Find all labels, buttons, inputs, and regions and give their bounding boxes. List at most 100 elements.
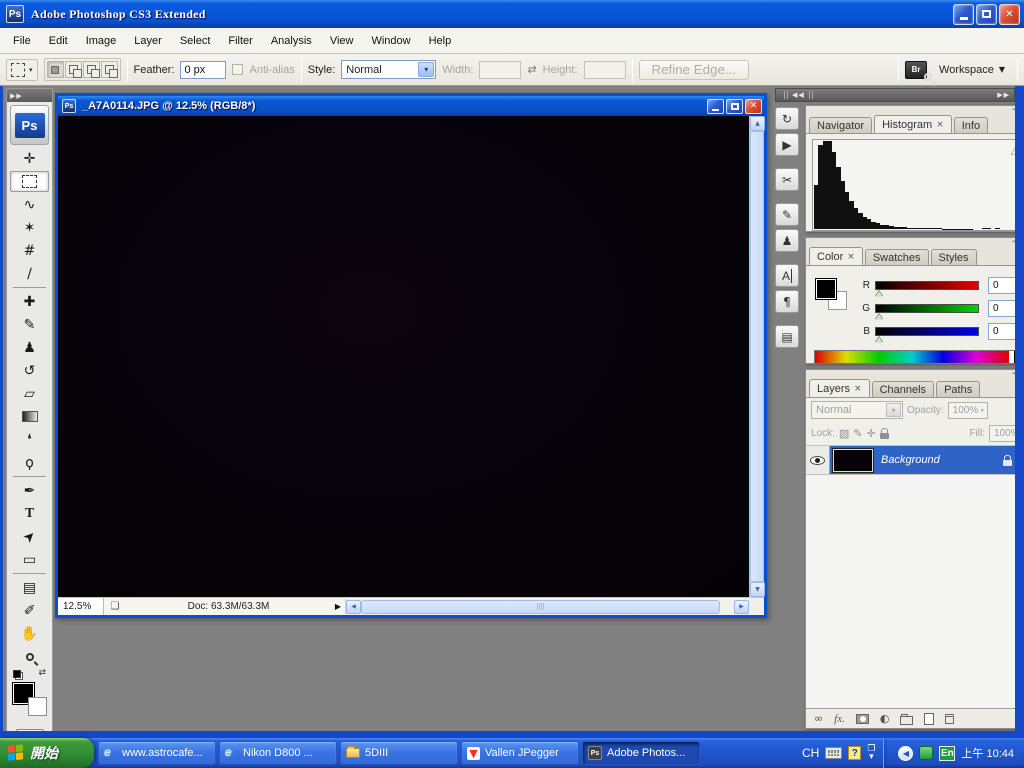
bridge-button[interactable]: Br (905, 60, 933, 81)
character-panel-button[interactable]: A (775, 264, 799, 287)
tab-close-icon[interactable]: × (936, 120, 944, 130)
menu-select[interactable]: Select (171, 31, 220, 51)
fill-field[interactable]: 100% ▸ (989, 425, 1015, 442)
maximize-button[interactable] (976, 3, 997, 25)
resize-grip[interactable] (749, 598, 764, 615)
keyboard-icon[interactable] (825, 747, 843, 759)
height-input[interactable] (583, 60, 626, 79)
hide-icons-chevron[interactable]: ◀ (898, 745, 914, 761)
help-icon[interactable]: ? (848, 746, 862, 760)
tab-layers[interactable]: Layers × (809, 379, 870, 397)
app-titlebar[interactable]: Ps Adobe Photoshop CS3 Extended ✕ (0, 0, 1024, 28)
start-button[interactable]: 開始 (0, 738, 94, 768)
new-selection-button[interactable] (46, 61, 64, 78)
anti-alias-checkbox[interactable] (232, 64, 244, 75)
task-vallen-jpegger[interactable]: ▼ Vallen JPegger (461, 741, 579, 765)
menu-filter[interactable]: Filter (219, 31, 261, 51)
tab-channels[interactable]: Channels (871, 381, 935, 397)
new-layer-icon[interactable] (924, 712, 935, 725)
intersect-selection-button[interactable] (100, 61, 118, 78)
swap-dimensions-icon[interactable]: ⇄ (527, 63, 536, 76)
panel-minimize-icon[interactable]: − (1011, 106, 1015, 115)
language-options-icon[interactable]: ❐ ▾ (867, 745, 875, 762)
feather-input[interactable] (180, 60, 227, 79)
tab-histogram[interactable]: Histogram × (874, 115, 952, 133)
brushes-panel-button[interactable]: ✎ (775, 203, 799, 226)
burn-tool[interactable]: ϙ (7, 451, 52, 474)
tab-paths[interactable]: Paths (936, 381, 981, 397)
layer-thumbnail[interactable] (832, 447, 874, 473)
opacity-field[interactable]: 100% ▸ (947, 401, 988, 419)
lock-all-icon[interactable] (879, 428, 889, 439)
menu-analysis[interactable]: Analysis (262, 31, 321, 51)
tab-styles[interactable]: Styles (930, 249, 977, 265)
task-adobe-photoshop[interactable]: Ps Adobe Photos... (582, 741, 700, 765)
notes-tool[interactable]: ▤ (7, 576, 52, 599)
slider-pointer[interactable] (875, 291, 883, 297)
task-nikon-d800[interactable]: e Nikon D800 ... (219, 741, 337, 765)
gradient-tool[interactable] (7, 405, 52, 428)
foreground-color-swatch[interactable] (815, 278, 837, 300)
tray-status-icon[interactable] (919, 746, 934, 760)
menu-help[interactable]: Help (420, 31, 461, 51)
color-spectrum-ramp[interactable] (814, 350, 1015, 364)
add-mask-icon[interactable] (855, 713, 869, 724)
blur-tool[interactable]: ❛ (7, 428, 52, 451)
layer-row-background[interactable]: Background (806, 446, 1015, 475)
collapse-right-icon[interactable]: ▶▶ (997, 91, 1010, 99)
type-tool[interactable]: T (7, 502, 52, 525)
layer-comps-panel-button[interactable]: ▤ (775, 325, 799, 348)
rectangle-tool[interactable]: ▭ (7, 548, 52, 571)
clone-source-panel-button[interactable]: ♟ (775, 229, 799, 252)
horizontal-scrollbar[interactable]: ◀ ▶ (345, 598, 749, 615)
add-selection-button[interactable] (64, 61, 82, 78)
document-maximize-button[interactable] (726, 98, 743, 114)
menu-view[interactable]: View (321, 31, 363, 51)
tab-color[interactable]: Color × (809, 247, 863, 265)
spot-healing-brush-tool[interactable]: ✚ (7, 290, 52, 313)
document-close-button[interactable]: ✕ (745, 98, 762, 114)
hand-tool[interactable]: ✋ (7, 622, 52, 645)
scroll-up-button[interactable]: ▲ (750, 116, 765, 131)
dock-header[interactable]: ◀◀ ▶▶ (775, 88, 1015, 102)
menu-window[interactable]: Window (362, 31, 419, 51)
menu-file[interactable]: File (4, 31, 40, 51)
blend-mode-select[interactable]: Normal ▾ (811, 401, 903, 419)
lasso-tool[interactable]: ∿ (7, 193, 52, 216)
menu-image[interactable]: Image (77, 31, 126, 51)
language-indicator[interactable]: CH (802, 746, 819, 760)
pen-tool[interactable]: ✒ (7, 479, 52, 502)
layers-scrollbar[interactable]: ▲ ▼ (1019, 446, 1024, 708)
tab-close-icon[interactable]: × (854, 384, 862, 394)
panel-minimize-icon[interactable]: − (1011, 370, 1015, 379)
document-titlebar[interactable]: Ps _A7A0114.JPG @ 12.5% (RGB/8*) ✕ (58, 96, 764, 116)
move-tool[interactable]: ✛ (7, 147, 52, 170)
history-panel-button[interactable]: ↻ (775, 107, 799, 130)
new-group-icon[interactable] (900, 713, 914, 725)
menu-edit[interactable]: Edit (40, 31, 77, 51)
lock-transparency-icon[interactable]: ▨ (839, 427, 849, 440)
task-5diii-folder[interactable]: 5DIII (340, 741, 458, 765)
status-menu-button[interactable]: ▶ (331, 602, 345, 611)
blue-slider[interactable] (875, 327, 979, 343)
red-value-field[interactable]: 0 (988, 277, 1015, 294)
quick-selection-tool[interactable]: ✶ (7, 216, 52, 239)
tool-presets-panel-button[interactable]: ✂ (775, 168, 799, 191)
minimize-button[interactable] (953, 3, 974, 25)
clone-stamp-tool[interactable]: ♟ (7, 336, 52, 359)
refine-edge-button[interactable]: Refine Edge... (638, 59, 749, 80)
toolbox-header[interactable]: ▶▶ (7, 89, 52, 102)
default-colors-icon[interactable] (13, 670, 23, 680)
path-selection-tool[interactable]: ➤ (7, 525, 52, 548)
blue-value-field[interactable]: 0 (988, 323, 1015, 340)
history-brush-tool[interactable]: ↺ (7, 359, 52, 382)
green-value-field[interactable]: 0 (988, 300, 1015, 317)
tool-preset-picker[interactable]: ▾ (6, 58, 38, 81)
tab-navigator[interactable]: Navigator (809, 117, 873, 133)
brush-tool[interactable]: ✎ (7, 313, 52, 336)
slice-tool[interactable]: ∕ (7, 262, 52, 285)
tab-swatches[interactable]: Swatches (864, 249, 929, 265)
close-button[interactable]: ✕ (999, 3, 1020, 25)
actions-panel-button[interactable]: ▶ (775, 133, 799, 156)
background-color-swatch[interactable] (28, 697, 47, 716)
